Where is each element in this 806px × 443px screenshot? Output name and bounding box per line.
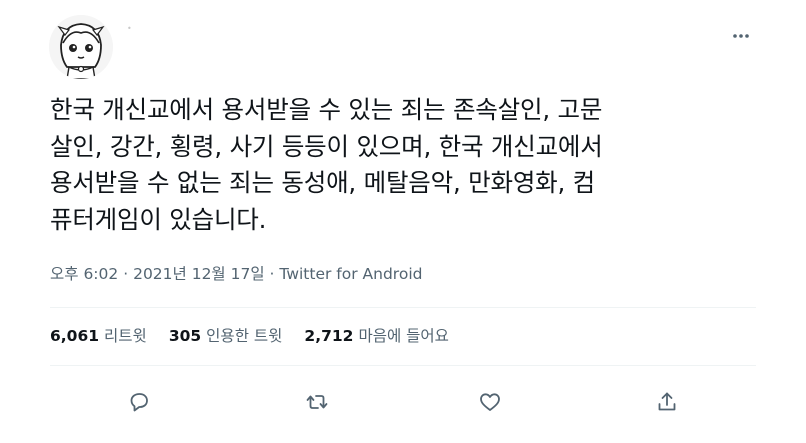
likes-stat[interactable]: 2,712 마음에 들어요: [304, 324, 449, 346]
reply-icon: [130, 393, 148, 412]
quotes-count: 305: [168, 327, 202, 345]
like-icon: [480, 393, 500, 411]
divider: [50, 307, 756, 308]
tweet-stats: 6,061 리트윗 305 인용한 트윗 2,712 마음에 들어요: [50, 324, 471, 346]
quotes-stat[interactable]: 305 인용한 트윗: [169, 324, 283, 346]
tweet-source[interactable]: Twitter for Android: [279, 265, 422, 283]
divider: [50, 365, 756, 366]
handle-placeholder-dot: •: [127, 24, 132, 33]
tweet-time[interactable]: 오후 6:02: [50, 265, 118, 283]
tweet-text-line: 한국 개신교에서 용서받을 수 있는 죄는 존속살인, 고문: [50, 95, 603, 124]
avatar[interactable]: [49, 15, 113, 79]
retweet-button[interactable]: [302, 387, 332, 417]
tweet-text-line: 살인, 강간, 횡령, 사기 등등이 있으며, 한국 개신교에서: [50, 131, 603, 161]
tweet-meta: 오후 6:02 · 2021년 12월 17일 · Twitter for An…: [50, 262, 422, 284]
retweet-icon: [306, 395, 328, 409]
likes-label: 마음에 들어요: [358, 327, 449, 345]
meta-separator: ·: [123, 265, 129, 283]
likes-count: 2,712: [304, 327, 354, 345]
retweets-count: 6,061: [50, 327, 100, 345]
like-button[interactable]: [475, 387, 505, 417]
avatar-illustration: [49, 15, 113, 79]
tweet-text: 한국 개신교에서 용서받을 수 있는 죄는 존속살인, 고문 살인, 강간, 횡…: [50, 92, 760, 238]
share-icon: [658, 392, 676, 411]
reply-button[interactable]: [124, 387, 154, 417]
meta-separator: ·: [269, 265, 275, 283]
more-options-icon[interactable]: [726, 24, 756, 48]
retweets-stat[interactable]: 6,061 리트윗: [50, 324, 147, 346]
quotes-label: 인용한 트윗: [206, 327, 283, 345]
tweet-date[interactable]: 2021년 12월 17일: [133, 265, 265, 283]
tweet-text-line: 용서받을 수 없는 죄는 동성애, 메탈음악, 만화영화, 컴: [50, 168, 596, 197]
share-button[interactable]: [652, 387, 682, 417]
tweet-text-line: 퓨터게임이 있습니다.: [50, 204, 267, 234]
retweets-label: 리트윗: [104, 327, 147, 345]
tweet-actions: [124, 387, 684, 417]
